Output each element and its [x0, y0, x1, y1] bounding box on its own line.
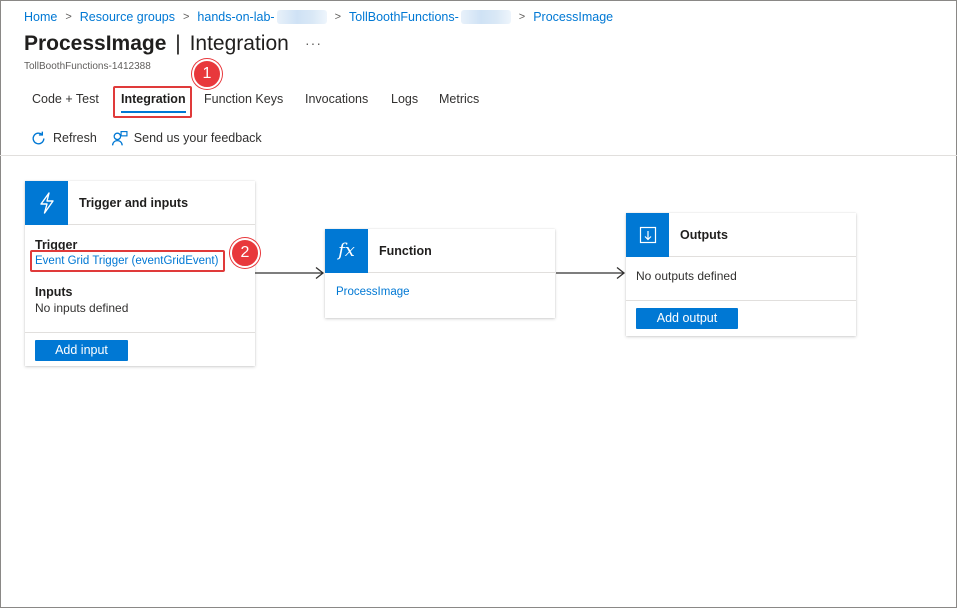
fx-icon: fx — [325, 228, 368, 273]
tab-function-keys[interactable]: Function Keys — [196, 86, 291, 114]
download-icon — [626, 212, 669, 257]
card-title: Trigger and inputs — [79, 195, 189, 210]
annotation-badge-1: 1 — [192, 59, 222, 89]
tab-label: Invocations — [305, 92, 369, 106]
lightning-icon-glyph — [39, 191, 54, 214]
tab-label: Metrics — [439, 92, 480, 106]
annotation-highlight-trigger-link — [30, 250, 225, 272]
toolbar-divider — [0, 155, 957, 156]
lightning-icon — [25, 180, 68, 225]
card-divider — [626, 300, 856, 301]
outputs-value: No outputs defined — [636, 269, 737, 283]
feedback-label: Send us your feedback — [133, 131, 262, 145]
breadcrumb-home[interactable]: Home — [24, 10, 57, 24]
tab-label: Function Keys — [204, 92, 284, 106]
breadcrumb-separator: > — [334, 11, 341, 23]
tab-logs[interactable]: Logs — [383, 86, 426, 114]
add-output-button[interactable]: Add output — [636, 308, 738, 329]
more-actions-button[interactable]: ··· — [305, 35, 322, 51]
page-title-section: Integration — [189, 32, 289, 55]
card-title: Function — [379, 243, 432, 258]
breadcrumb-resource-groups[interactable]: Resource groups — [80, 10, 175, 24]
card-title: Outputs — [680, 227, 728, 242]
breadcrumb-separator: > — [182, 11, 190, 23]
page-title: ProcessImage | Integration — [24, 32, 289, 56]
inputs-value: No inputs defined — [35, 301, 129, 315]
page-subtitle: TollBoothFunctions-1412388 — [24, 61, 151, 72]
annotation-highlight-integration-tab — [113, 86, 192, 118]
tab-label: Logs — [391, 92, 419, 106]
breadcrumb: Home > Resource groups > hands-on-lab- >… — [24, 8, 613, 26]
refresh-button[interactable]: Refresh — [30, 130, 97, 147]
tab-metrics[interactable]: Metrics — [431, 86, 487, 114]
trigger-inputs-card: Trigger and inputs Trigger Event Grid Tr… — [25, 180, 255, 366]
annotation-badge-2: 2 — [230, 238, 260, 268]
function-link[interactable]: ProcessImage — [336, 286, 410, 298]
refresh-icon — [32, 131, 45, 144]
redacted-text — [460, 10, 511, 25]
breadcrumb-function-app-label: TollBoothFunctions- — [349, 9, 459, 24]
outputs-card: Outputs No outputs defined Add output — [626, 212, 856, 336]
breadcrumb-function[interactable]: ProcessImage — [533, 10, 613, 24]
breadcrumb-separator: > — [518, 11, 526, 23]
card-header: Outputs — [626, 212, 856, 257]
card-divider — [25, 332, 255, 333]
function-card: fx Function ProcessImage — [325, 228, 555, 318]
refresh-label: Refresh — [53, 131, 97, 145]
inputs-label: Inputs — [35, 285, 73, 299]
tab-invocations[interactable]: Invocations — [297, 86, 376, 114]
add-input-button[interactable]: Add input — [35, 340, 128, 361]
fx-icon-text: fx — [338, 240, 355, 261]
feedback-icon — [111, 130, 128, 145]
breadcrumb-resource-group[interactable]: hands-on-lab- — [197, 9, 327, 25]
download-icon-glyph — [639, 226, 656, 243]
breadcrumb-separator: > — [65, 11, 72, 23]
redacted-text — [276, 10, 327, 25]
card-header: fx Function — [325, 228, 555, 273]
toolbar: Refresh Send us your feedback — [30, 128, 276, 148]
card-header: Trigger and inputs — [25, 180, 255, 225]
breadcrumb-function-app[interactable]: TollBoothFunctions- — [349, 10, 511, 25]
tab-label: Code + Test — [32, 92, 99, 106]
page-title-divider: | — [175, 32, 181, 55]
tab-code-test[interactable]: Code + Test — [24, 86, 107, 114]
page-title-main: ProcessImage — [24, 32, 167, 55]
breadcrumb-resource-group-label: hands-on-lab- — [197, 9, 275, 24]
flow-arrow-icon — [255, 266, 325, 280]
feedback-button[interactable]: Send us your feedback — [111, 130, 262, 147]
flow-arrow-icon — [556, 266, 626, 280]
